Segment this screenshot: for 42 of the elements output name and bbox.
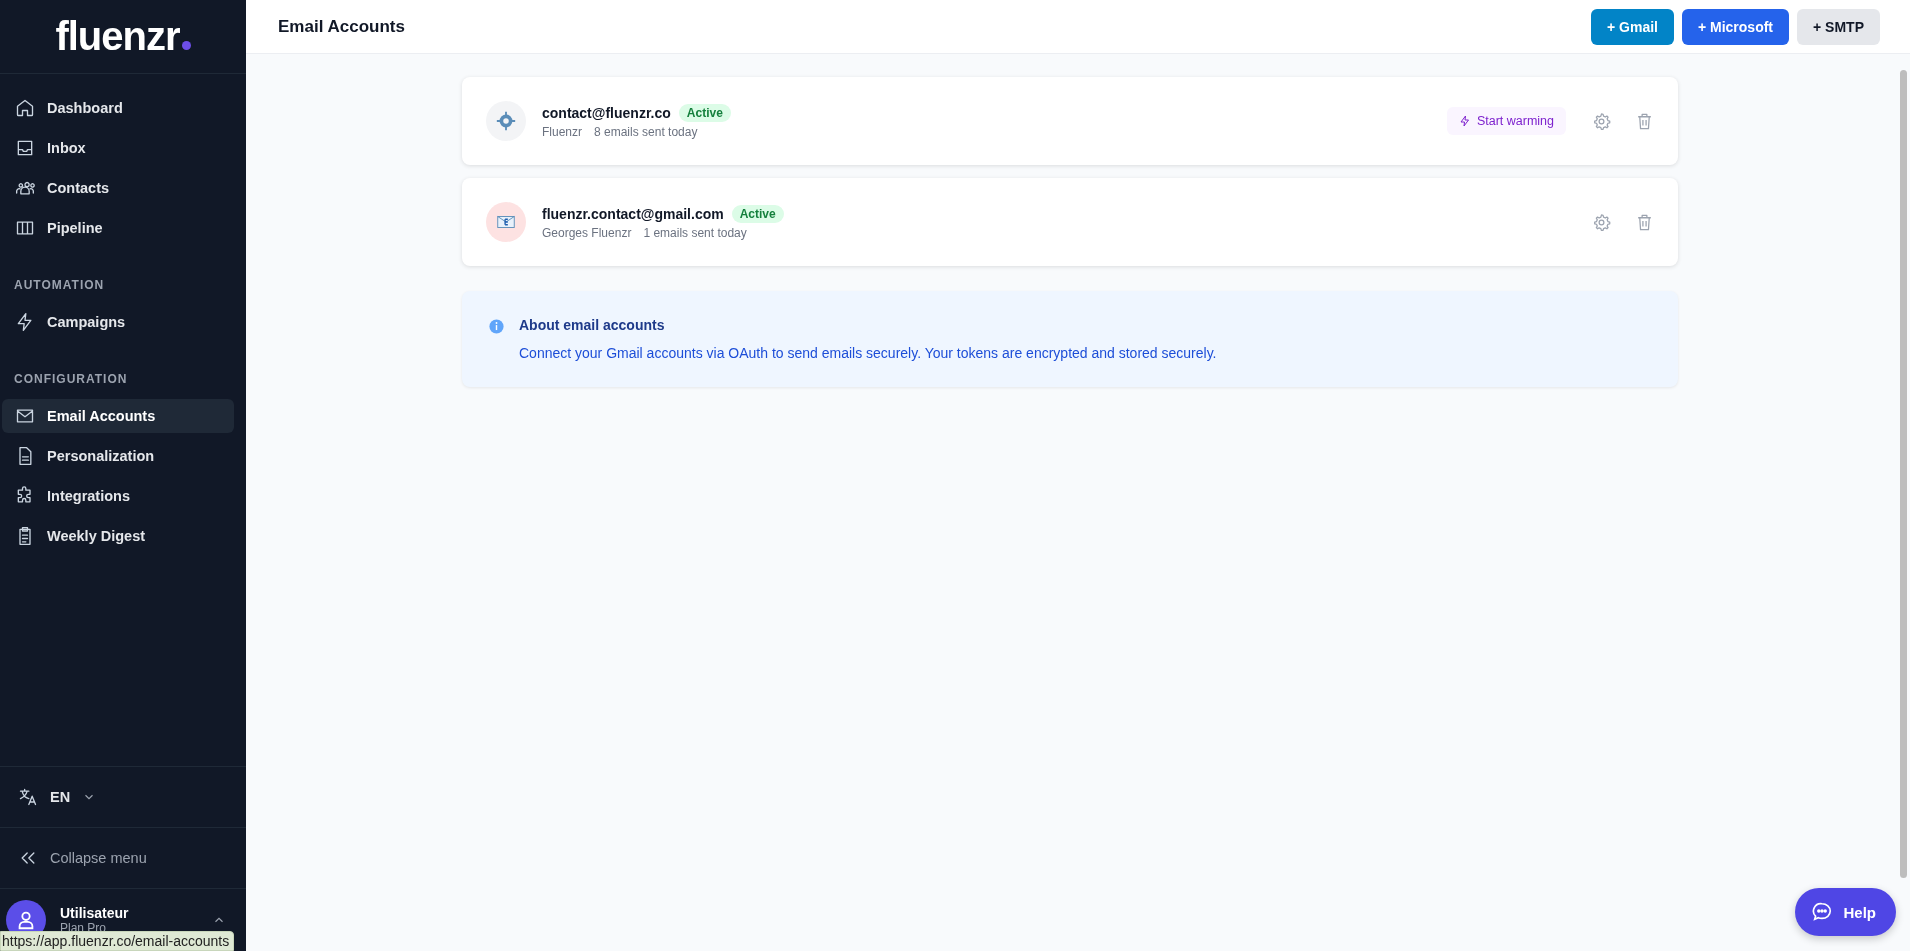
info-text: Connect your Gmail accounts via OAuth to send emails securely. Your tokens are encrypted and stored securely. bbox=[519, 345, 1217, 361]
sidebar-item[interactable]: Contacts bbox=[2, 171, 234, 205]
sidebar-item[interactable]: Inbox bbox=[2, 131, 234, 165]
status-badge: Active bbox=[678, 103, 731, 122]
sidebar-item[interactable]: Dashboard bbox=[2, 91, 234, 125]
account-name: Fluenzr bbox=[542, 124, 582, 139]
link-url-tooltip: https://app.fluenzr.co/email-accounts bbox=[0, 931, 235, 951]
info-icon bbox=[488, 318, 505, 335]
sidebar-item[interactable]: Email Accounts bbox=[2, 399, 234, 433]
home-icon bbox=[15, 98, 35, 118]
sidebar-item[interactable]: Personalization bbox=[2, 439, 234, 473]
lightning-icon bbox=[1458, 115, 1471, 127]
sent-count: 1 emails sent today bbox=[643, 225, 747, 240]
sidebar-item[interactable]: Weekly Digest bbox=[2, 519, 234, 553]
add-account-button[interactable]: + SMTP bbox=[1797, 8, 1880, 45]
section-heading: CONFIGURATION bbox=[13, 371, 129, 388]
translate-icon bbox=[18, 787, 38, 807]
settings-icon[interactable] bbox=[1592, 212, 1611, 232]
account-name: Georges Fluenzr bbox=[542, 225, 632, 240]
delete-icon[interactable] bbox=[1635, 212, 1654, 232]
logo[interactable]: fluenzr bbox=[55, 14, 191, 59]
status-badge: Active bbox=[731, 204, 784, 223]
add-account-button[interactable]: + Microsoft bbox=[1681, 8, 1790, 45]
inbox-icon bbox=[15, 138, 35, 158]
account-email: fluenzr.contact@gmail.com bbox=[542, 205, 724, 222]
add-account-button[interactable]: + Gmail bbox=[1591, 8, 1674, 45]
user-name: Utilisateur bbox=[60, 905, 130, 921]
page-title: Email Accounts bbox=[278, 16, 405, 37]
sent-count: 8 emails sent today bbox=[594, 124, 698, 139]
logo-dot-icon bbox=[181, 41, 191, 50]
account-email: contact@fluenzr.co bbox=[542, 104, 671, 121]
settings-icon[interactable] bbox=[1592, 111, 1611, 131]
sidebar-item[interactable]: Integrations bbox=[2, 479, 234, 513]
delete-icon[interactable] bbox=[1635, 111, 1654, 131]
chat-icon bbox=[1811, 901, 1834, 923]
sidebar-item[interactable]: Pipeline bbox=[2, 211, 234, 245]
scrollbar[interactable] bbox=[1900, 70, 1907, 878]
help-button[interactable]: Help bbox=[1795, 888, 1896, 936]
sidebar-item[interactable]: Campaigns bbox=[2, 305, 234, 339]
start-warming-button[interactable]: Start warming bbox=[1446, 107, 1566, 135]
section-heading: AUTOMATION bbox=[13, 277, 106, 294]
info-title: About email accounts bbox=[519, 317, 666, 333]
